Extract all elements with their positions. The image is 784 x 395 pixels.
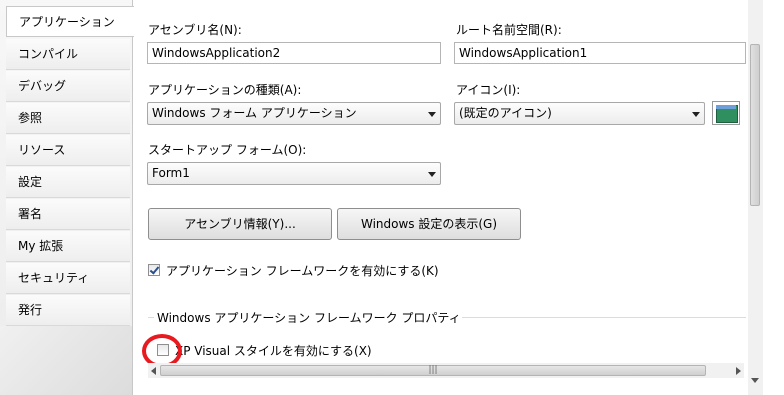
app-type-label: アプリケーションの種類(A):	[148, 83, 302, 97]
enable-framework-checkbox[interactable]	[148, 264, 160, 276]
window-titlebar	[716, 105, 736, 109]
tab-label: 参照	[18, 111, 43, 125]
group-border-right	[462, 317, 746, 318]
horizontal-scroll-thumb[interactable]: |||	[160, 365, 706, 376]
tab-security[interactable]: セキュリティ	[6, 263, 130, 294]
scroll-left-icon[interactable]	[151, 367, 156, 375]
tab-label: コンパイル	[18, 47, 79, 61]
sidebar-background	[0, 326, 132, 395]
vertical-scrollbar[interactable]	[748, 0, 763, 395]
tab-settings[interactable]: 設定	[6, 167, 130, 198]
horizontal-scrollbar[interactable]: |||	[148, 363, 744, 378]
tab-my-extensions[interactable]: My 拡張	[6, 231, 130, 262]
root-namespace-label: ルート名前空間(R):	[456, 23, 562, 37]
vertical-scroll-thumb[interactable]	[750, 44, 760, 206]
tab-label: 署名	[18, 207, 43, 221]
tab-application[interactable]: アプリケーション	[6, 6, 134, 37]
tab-label: My 拡張	[18, 239, 64, 253]
tab-label: デバッグ	[18, 79, 67, 93]
icon-value: (既定のアイコン)	[459, 106, 552, 120]
tab-label: セキュリティ	[18, 271, 90, 285]
group-border-left	[148, 317, 154, 318]
application-icon-preview	[712, 101, 740, 125]
icon-select[interactable]: (既定のアイコン)	[454, 102, 705, 125]
scroll-down-icon[interactable]	[751, 378, 759, 383]
sidebar: アプリケーション コンパイル デバッグ 参照 リソース 設定 署名 My 拡張 …	[0, 0, 134, 395]
tab-publish[interactable]: 発行	[6, 295, 130, 326]
tab-label: 設定	[18, 175, 43, 189]
enable-framework-label: アプリケーション フレームワークを有効にする(K)	[166, 264, 439, 278]
tab-label: リソース	[18, 143, 66, 157]
tab-resources[interactable]: リソース	[6, 135, 130, 166]
app-type-select[interactable]: Windows フォーム アプリケーション	[147, 102, 441, 125]
app-type-value: Windows フォーム アプリケーション	[152, 106, 357, 120]
chevron-down-icon	[428, 112, 436, 117]
startup-form-select[interactable]: Form1	[147, 162, 441, 185]
tab-debug[interactable]: デバッグ	[6, 71, 130, 102]
assembly-name-field[interactable]: WindowsApplication2	[147, 42, 441, 64]
assembly-name-label: アセンブリ名(N):	[148, 23, 242, 37]
grip-icon: |||	[428, 365, 438, 375]
tab-signing[interactable]: 署名	[6, 199, 130, 230]
xp-visual-label: XP Visual スタイルを有効にする(X)	[175, 344, 372, 358]
scroll-right-icon[interactable]	[736, 367, 741, 375]
windows-settings-button[interactable]: Windows 設定の表示(G)	[337, 208, 521, 240]
chevron-down-icon	[428, 172, 436, 177]
tab-label: 発行	[18, 303, 43, 317]
root-namespace-field[interactable]: WindowsApplication1	[454, 42, 746, 64]
tab-label: アプリケーション	[19, 15, 115, 29]
startup-form-value: Form1	[152, 166, 190, 180]
checkmark-icon	[149, 264, 160, 275]
tab-references[interactable]: 参照	[6, 103, 130, 134]
assembly-info-button[interactable]: アセンブリ情報(Y)...	[148, 208, 332, 240]
icon-label: アイコン(I):	[456, 83, 521, 97]
tab-compile[interactable]: コンパイル	[6, 39, 130, 70]
chevron-down-icon	[692, 112, 700, 117]
framework-group-title: Windows アプリケーション フレームワーク プロパティ	[157, 311, 461, 325]
startup-form-label: スタートアップ フォーム(O):	[148, 143, 307, 157]
